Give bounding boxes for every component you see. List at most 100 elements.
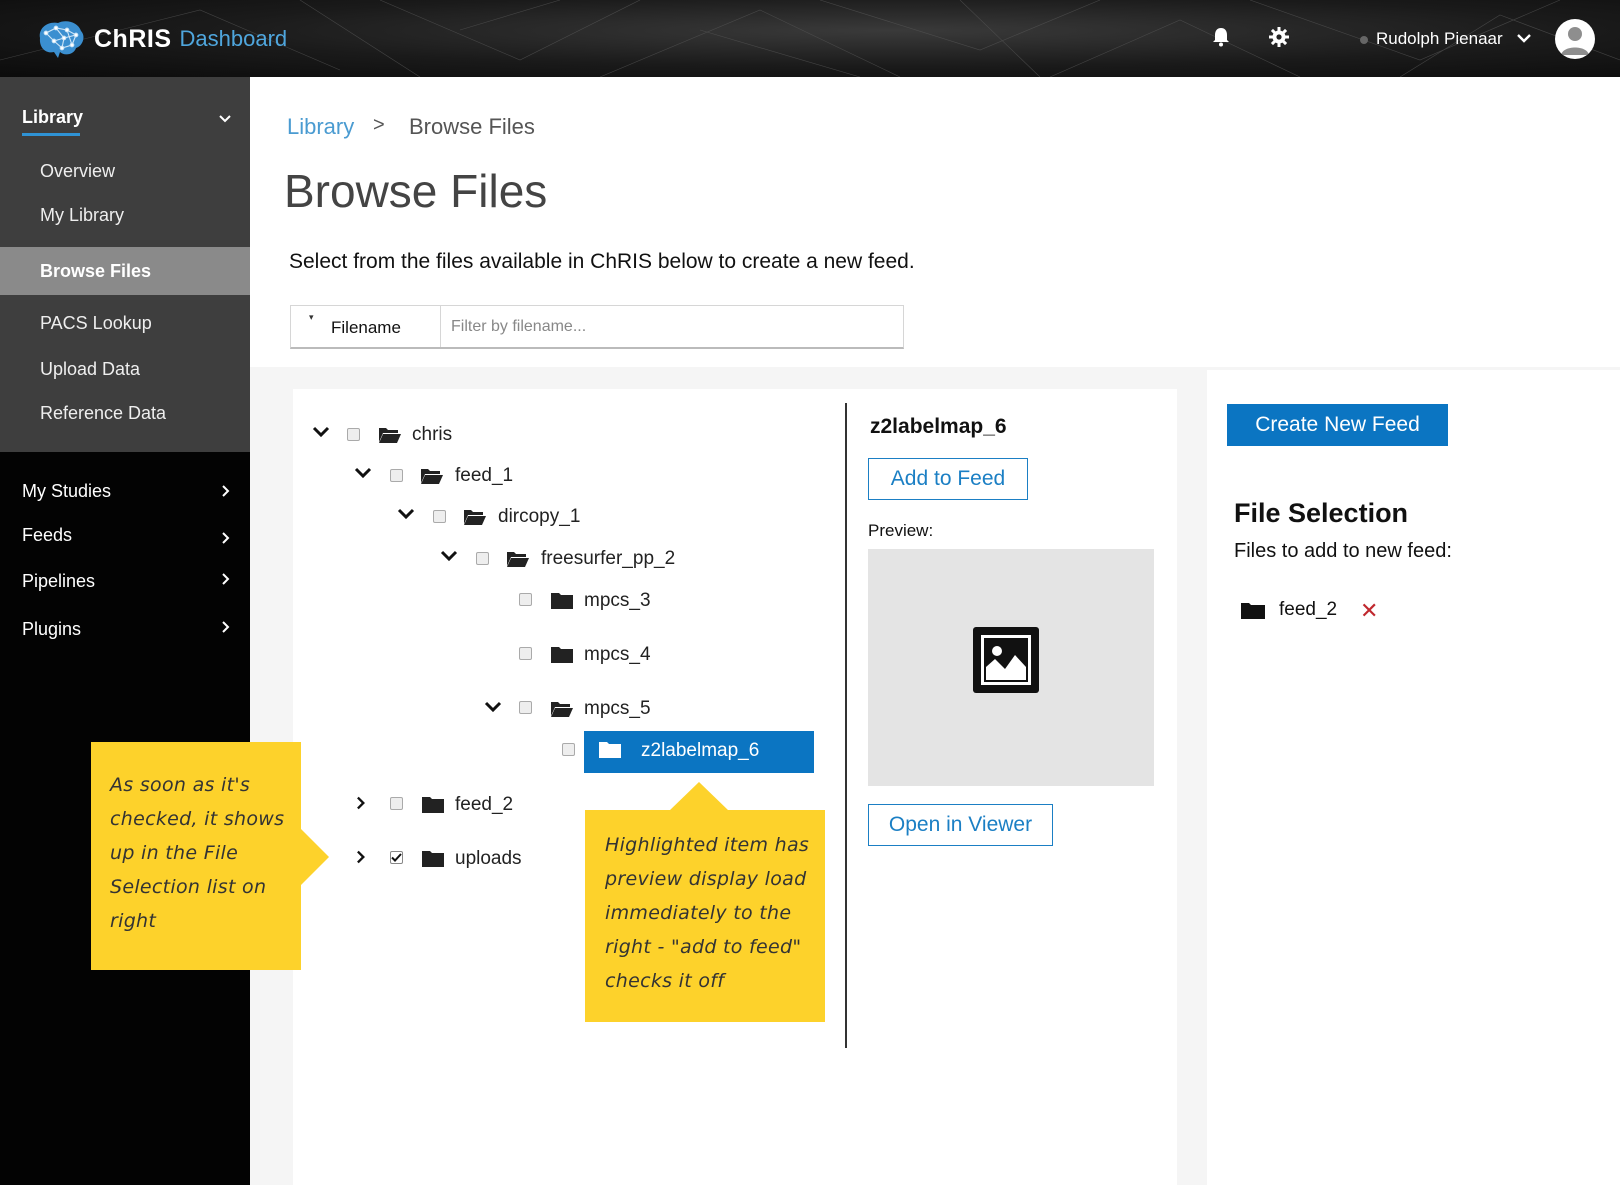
caret-icon: ▾ <box>309 312 314 322</box>
chevron-down-icon[interactable] <box>354 466 372 480</box>
folder-open-icon <box>421 469 443 484</box>
folder-open-icon <box>507 552 529 567</box>
folder-icon <box>599 742 621 758</box>
user-icon <box>1561 27 1589 55</box>
tree-checkbox[interactable] <box>519 701 532 714</box>
breadcrumb-current: Browse Files <box>409 114 535 139</box>
file-selection-panel <box>1207 370 1620 1185</box>
active-underline <box>22 133 80 136</box>
create-new-feed-button[interactable]: Create New Feed <box>1227 404 1448 446</box>
chevron-right-icon[interactable] <box>352 850 370 864</box>
breadcrumb-library-link[interactable]: Library <box>287 114 354 140</box>
tree-checkbox[interactable] <box>390 797 403 810</box>
note-text: As soon as it's checked, it shows up in … <box>110 774 285 932</box>
sidebar-item-my-library[interactable]: My Library <box>40 205 124 226</box>
file-selection-subtitle: Files to add to new feed: <box>1234 540 1452 562</box>
top-navbar: ChRIS Dashboard Rudolph Pienaar <box>0 0 1620 77</box>
page-description: Select from the files available in ChRIS… <box>289 250 915 273</box>
gear-icon[interactable] <box>1268 26 1290 48</box>
folder-icon <box>551 647 573 663</box>
filter-field-select[interactable]: ▾ Filename <box>291 306 441 347</box>
folder-icon <box>422 797 444 813</box>
tree-checkbox[interactable] <box>562 743 575 756</box>
filter-bar: ▾ Filename <box>290 305 904 349</box>
brand-subtitle: Dashboard <box>179 26 288 51</box>
breadcrumb-separator: > <box>373 114 385 136</box>
sidebar-item-upload-data[interactable]: Upload Data <box>40 359 140 380</box>
preview-label: Preview: <box>868 521 934 540</box>
tree-checkbox[interactable] <box>519 593 532 606</box>
folder-open-icon <box>464 510 486 525</box>
sidebar: Library Overview My Library Browse Files… <box>0 77 250 1185</box>
annotation-note-left: As soon as it's checked, it shows up in … <box>91 742 329 970</box>
add-to-feed-button[interactable]: Add to Feed <box>868 458 1028 500</box>
folder-icon <box>422 851 444 867</box>
note-text: Highlighted item has preview display loa… <box>605 834 810 992</box>
tree-label[interactable]: feed_2 <box>455 794 513 816</box>
chevron-down-icon[interactable] <box>312 425 330 439</box>
brand[interactable]: ChRIS Dashboard <box>34 18 287 60</box>
chevron-right-icon[interactable] <box>220 530 232 546</box>
annotation-note-bottom: Highlighted item has preview display loa… <box>585 782 825 1022</box>
note-pointer <box>299 827 329 887</box>
brain-logo-icon <box>39 21 84 58</box>
tree-label[interactable]: uploads <box>455 848 522 870</box>
tree-label[interactable]: chris <box>412 424 452 446</box>
check-icon <box>391 853 402 862</box>
chevron-down-icon[interactable] <box>484 700 502 714</box>
sidebar-item-pacs-lookup[interactable]: PACS Lookup <box>40 313 152 334</box>
sidebar-item-reference-data[interactable]: Reference Data <box>40 403 166 424</box>
sidebar-item-browse-files[interactable]: Browse Files <box>0 247 250 295</box>
library-group: Library Overview My Library Browse Files… <box>0 77 250 452</box>
tree-checkbox[interactable] <box>433 510 446 523</box>
chevron-down-icon[interactable] <box>218 113 232 125</box>
filter-field-label: Filename <box>331 318 401 337</box>
bell-icon[interactable] <box>1210 26 1232 48</box>
file-browser-panel <box>293 389 1177 1185</box>
tree-label[interactable]: z2labelmap_6 <box>641 740 759 762</box>
chevron-right-icon[interactable] <box>220 571 232 587</box>
remove-icon[interactable]: ✕ <box>1360 598 1378 624</box>
selected-file-item: feed_2 <box>1279 599 1338 620</box>
chevron-right-icon[interactable] <box>220 483 232 499</box>
note-pointer <box>669 782 729 811</box>
tree-label[interactable]: dircopy_1 <box>498 506 580 528</box>
preview-title: z2labelmap_6 <box>870 415 1007 438</box>
avatar[interactable] <box>1555 19 1595 59</box>
tree-checkbox[interactable] <box>347 428 360 441</box>
folder-open-icon <box>379 428 401 443</box>
folder-icon <box>551 593 573 609</box>
panel-divider <box>845 403 847 1048</box>
tree-label[interactable]: freesurfer_pp_2 <box>541 548 675 570</box>
tree-label[interactable]: feed_1 <box>455 465 513 487</box>
brand-name: ChRIS <box>94 24 172 53</box>
sidebar-item-plugins[interactable]: Plugins <box>22 619 81 640</box>
folder-open-icon <box>551 702 573 717</box>
status-dot <box>1360 36 1368 44</box>
chevron-right-icon[interactable] <box>220 619 232 635</box>
tree-checkbox-checked[interactable] <box>390 851 403 864</box>
preview-area <box>868 549 1154 786</box>
open-in-viewer-button[interactable]: Open in Viewer <box>868 804 1053 846</box>
chevron-down-icon[interactable] <box>397 507 415 521</box>
sidebar-library-header[interactable]: Library <box>22 107 83 128</box>
chevron-down-icon[interactable] <box>440 549 458 563</box>
tree-label[interactable]: mpcs_3 <box>584 590 651 612</box>
tree-checkbox[interactable] <box>519 647 532 660</box>
image-icon <box>973 627 1039 693</box>
tree-checkbox[interactable] <box>476 552 489 565</box>
sidebar-item-feeds[interactable]: Feeds <box>22 525 72 546</box>
sidebar-item-overview[interactable]: Overview <box>40 161 115 182</box>
folder-icon <box>1241 603 1265 619</box>
file-selection-title: File Selection <box>1234 498 1409 528</box>
user-name[interactable]: Rudolph Pienaar <box>1376 29 1503 49</box>
sidebar-item-my-studies[interactable]: My Studies <box>22 481 111 502</box>
chevron-down-icon[interactable] <box>1516 30 1532 46</box>
tree-label[interactable]: mpcs_5 <box>584 698 651 720</box>
filter-input[interactable] <box>441 306 903 347</box>
sidebar-item-pipelines[interactable]: Pipelines <box>22 571 95 592</box>
tree-label[interactable]: mpcs_4 <box>584 644 651 666</box>
chevron-right-icon[interactable] <box>352 796 370 810</box>
tree-checkbox[interactable] <box>390 469 403 482</box>
page-title: Browse Files <box>284 165 548 217</box>
